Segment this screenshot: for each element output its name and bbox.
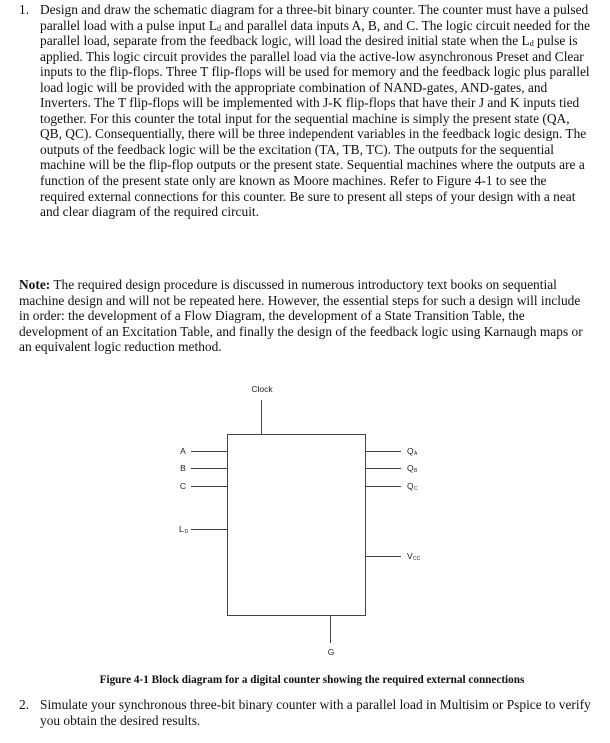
note-paragraph: Note: The required design procedure is d…: [19, 277, 589, 355]
question-1-number: 1.: [19, 2, 30, 17]
input-label: L: [179, 524, 184, 534]
ground-label: G: [328, 647, 335, 657]
question-1-text-part-3: pulse is applied. This logic circuit pro…: [40, 33, 590, 220]
figure-caption: Figure 4-1 Block diagram for a digital c…: [99, 674, 525, 686]
output-sub: A: [414, 451, 418, 457]
output-label: Q: [407, 463, 414, 473]
clock-label: Clock: [251, 384, 273, 394]
input-B: B: [180, 463, 227, 473]
input-sub: D: [185, 529, 189, 535]
output-label: Q: [407, 481, 414, 491]
input-label: C: [180, 481, 186, 491]
question-2-number: 2.: [19, 697, 30, 712]
input-label: A: [180, 446, 186, 456]
output-VCC: V CC: [366, 551, 421, 562]
output-label: Q: [407, 446, 414, 456]
counter-block: [227, 434, 366, 616]
input-A: A: [180, 446, 227, 456]
question-1: 1. Design and draw the schematic diagram…: [19, 2, 594, 220]
note-text: The required design procedure is discuss…: [19, 277, 583, 355]
output-QA: Q A: [366, 446, 418, 457]
output-sub: CC: [413, 556, 421, 562]
output-QB: Q B: [366, 463, 418, 474]
output-sub: B: [414, 468, 418, 474]
input-LD: L D: [179, 524, 227, 535]
output-sub: C: [414, 486, 418, 492]
question-1-text: Design and draw the schematic diagram fo…: [40, 2, 594, 220]
question-2: 2. Simulate your synchronous three-bit b…: [19, 697, 594, 728]
input-C: C: [180, 481, 227, 491]
input-label: B: [180, 463, 186, 473]
question-2-text: Simulate your synchronous three-bit bina…: [40, 697, 591, 728]
note-label: Note:: [19, 277, 51, 292]
output-QC: Q C: [366, 481, 418, 492]
